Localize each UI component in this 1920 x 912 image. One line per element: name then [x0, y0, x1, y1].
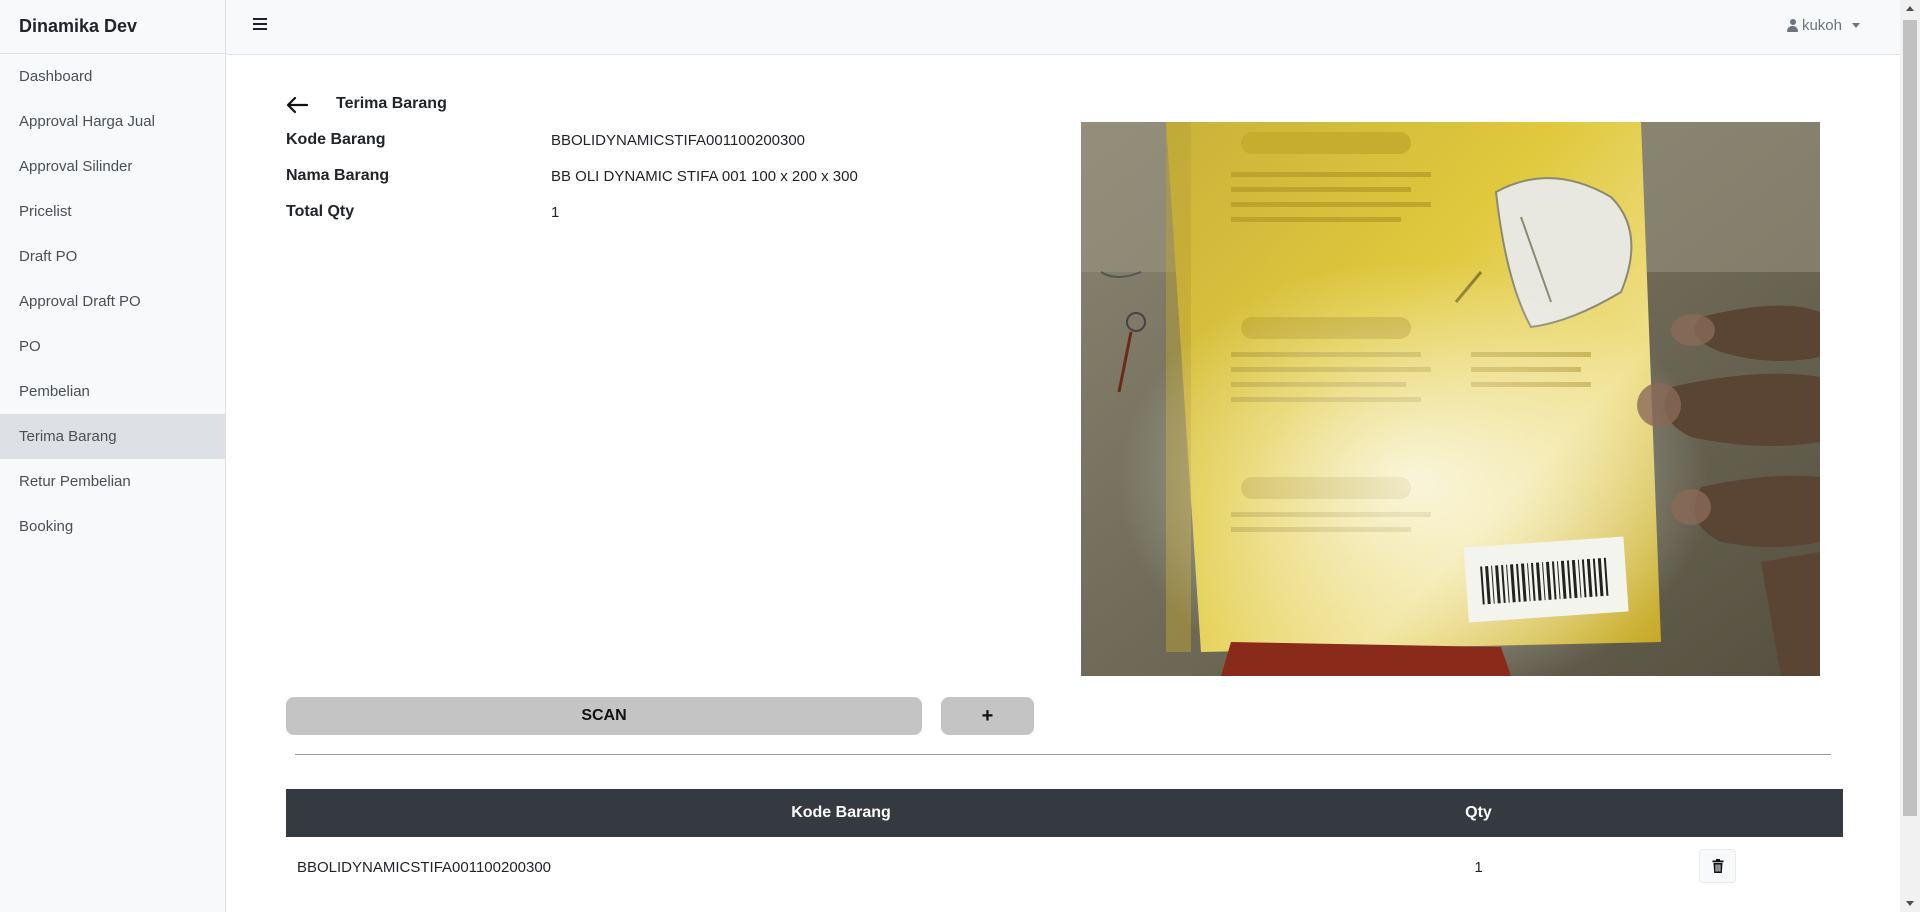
sidebar-item-retur-pembelian[interactable]: Retur Pembelian [0, 459, 225, 504]
total-qty-value: 1 [551, 204, 560, 221]
kode-barang-value: BBOLIDYNAMICSTIFA001100200300 [551, 132, 806, 149]
sidebar-item-terima-barang[interactable]: Terima Barang [0, 414, 225, 459]
arrow-left-icon[interactable] [286, 96, 309, 114]
sidebar-item-draft-po[interactable]: Draft PO [0, 234, 225, 279]
column-header-kode: Kode Barang [791, 804, 891, 821]
user-dropdown[interactable]: kukoh [1786, 17, 1860, 34]
sidebar-menu: Dashboard Approval Harga Jual Approval S… [0, 54, 225, 549]
sidebar-item-booking[interactable]: Booking [0, 504, 225, 549]
row-kode-barang: BBOLIDYNAMICSTIFA001100200300 [297, 858, 552, 876]
sidebar-item-approval-draft-po[interactable]: Approval Draft PO [0, 279, 225, 324]
add-button[interactable]: + [941, 697, 1034, 735]
row-qty: 1 [1474, 858, 1483, 876]
scroll-up-icon[interactable] [1906, 6, 1914, 11]
top-navbar: kukoh [226, 0, 1900, 55]
hamburger-icon[interactable] [253, 18, 267, 30]
scrollbar-thumb[interactable] [1903, 20, 1917, 816]
sidebar-item-dashboard[interactable]: Dashboard [0, 54, 225, 99]
items-table: Kode Barang Qty BBOLIDYNAMICSTIFA0011002… [286, 789, 1843, 897]
sidebar-item-pembelian[interactable]: Pembelian [0, 369, 225, 414]
brand-title[interactable]: Dinamika Dev [0, 0, 225, 54]
user-icon [1786, 19, 1798, 32]
scan-button[interactable]: SCAN [286, 697, 922, 735]
sidebar-item-po[interactable]: PO [0, 324, 225, 369]
sidebar-item-approval-harga-jual[interactable]: Approval Harga Jual [0, 99, 225, 144]
scroll-down-icon[interactable] [1906, 901, 1914, 906]
nama-barang-label: Nama Barang [286, 167, 390, 184]
chevron-down-icon [1852, 23, 1860, 28]
page-title: Terima Barang [336, 95, 447, 112]
column-header-qty: Qty [1465, 804, 1492, 821]
delete-row-button[interactable] [1699, 849, 1736, 883]
nama-barang-value: BB OLI DYNAMIC STIFA 001 100 x 200 x 300 [551, 168, 858, 185]
trash-icon [1712, 859, 1723, 873]
username-label: kukoh [1801, 17, 1842, 34]
sidebar: Dinamika Dev Dashboard Approval Harga Ju… [0, 0, 226, 912]
camera-preview [1081, 122, 1820, 676]
table-row: BBOLIDYNAMICSTIFA001100200300 1 [286, 837, 1843, 897]
total-qty-label: Total Qty [286, 203, 355, 220]
sidebar-item-pricelist[interactable]: Pricelist [0, 189, 225, 234]
table-header: Kode Barang Qty [286, 789, 1843, 837]
section-divider [295, 754, 1831, 755]
kode-barang-label: Kode Barang [286, 131, 386, 148]
page-scrollbar[interactable] [1900, 0, 1920, 912]
sidebar-item-approval-silinder[interactable]: Approval Silinder [0, 144, 225, 189]
